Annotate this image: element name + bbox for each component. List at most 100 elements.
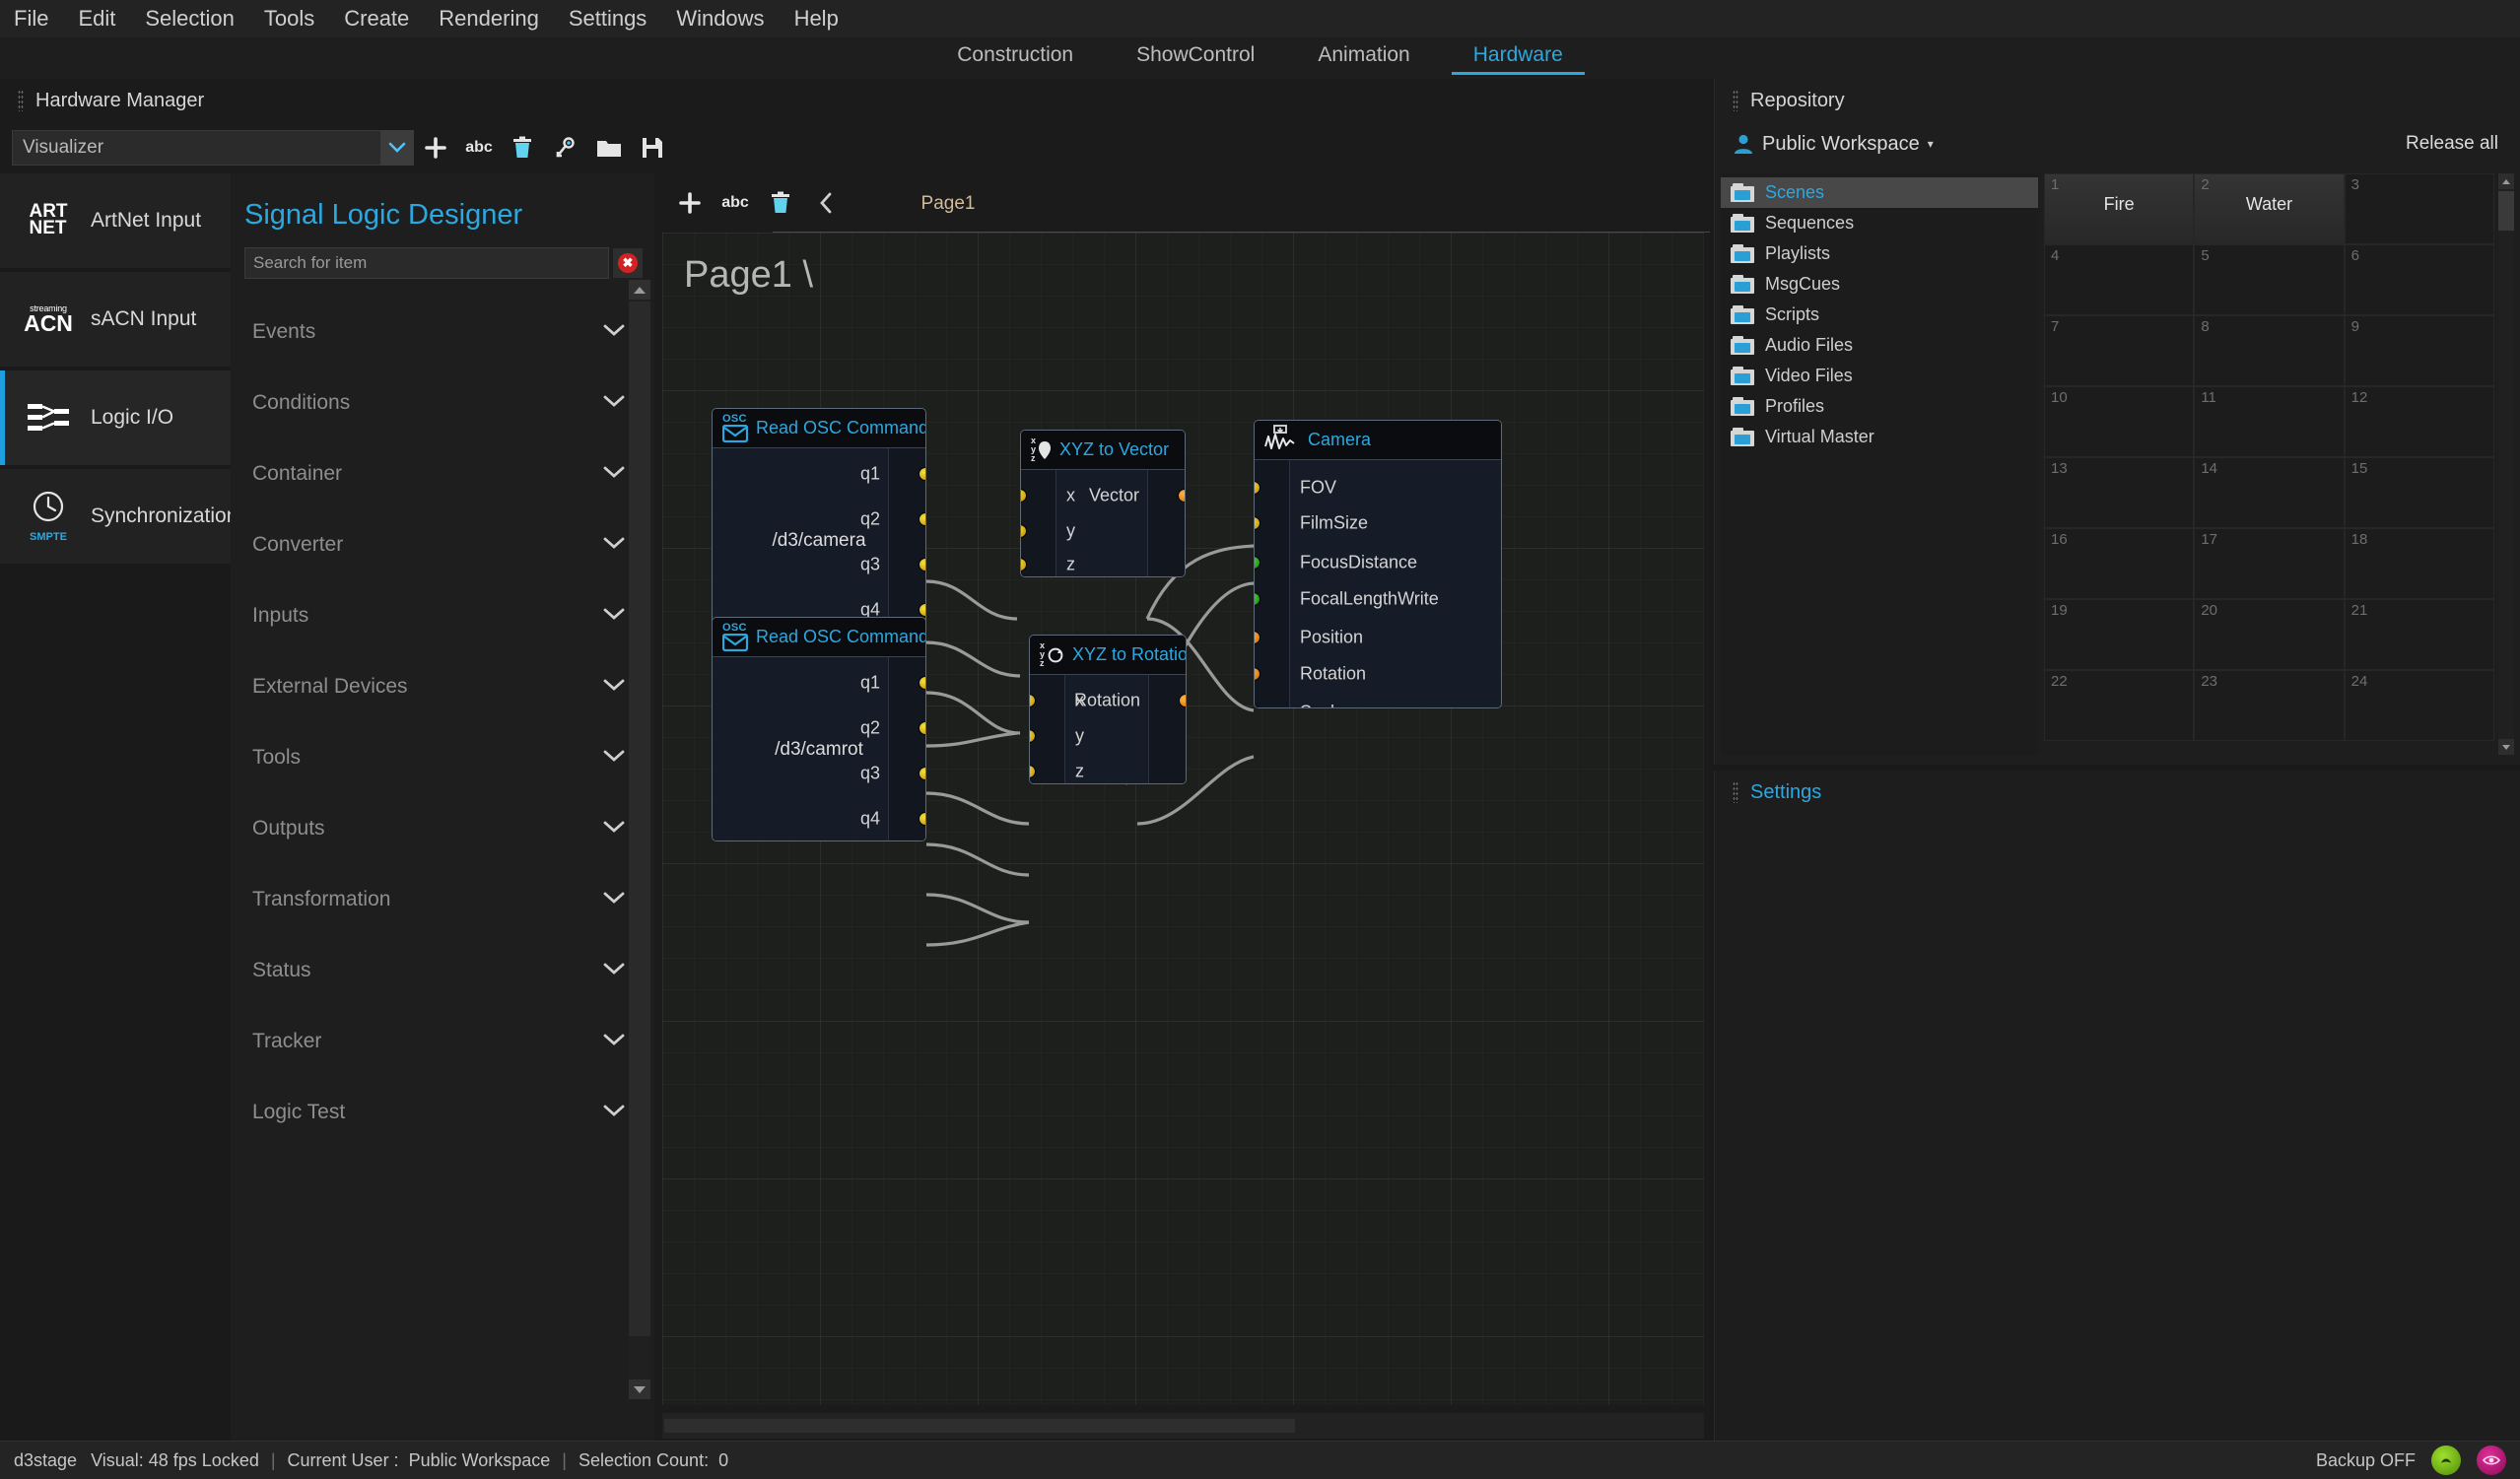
menu-item-help[interactable]: Help [794, 6, 839, 32]
folder-item-video-files[interactable]: Video Files [1721, 361, 2038, 391]
output-port-q4[interactable] [919, 603, 926, 617]
category-converter[interactable]: Converter [231, 509, 654, 580]
repo-cell[interactable]: 5 [2194, 244, 2344, 315]
category-logic-test[interactable]: Logic Test [231, 1077, 654, 1148]
menu-item-create[interactable]: Create [344, 6, 409, 32]
output-port-rotation[interactable] [1179, 694, 1187, 707]
folder-item-profiles[interactable]: Profiles [1721, 391, 2038, 422]
repo-cell[interactable]: 12 [2345, 386, 2494, 457]
tab-animation[interactable]: Animation [1286, 37, 1441, 77]
clear-search-button[interactable]: ✖ [613, 248, 643, 278]
tab-showcontrol[interactable]: ShowControl [1105, 37, 1286, 77]
repo-cell[interactable]: 10 [2044, 386, 2194, 457]
output-port-q3[interactable] [919, 558, 926, 571]
folder-icon[interactable] [587, 128, 631, 168]
repo-cell[interactable]: 22 [2044, 670, 2194, 741]
category-status[interactable]: Status [231, 935, 654, 1006]
scrollbar-thumb[interactable] [629, 302, 650, 1336]
output-port-q2[interactable] [919, 512, 926, 526]
backup-status-icon[interactable] [2431, 1445, 2461, 1475]
scroll-down-icon[interactable] [2498, 739, 2514, 755]
repo-cell[interactable]: 2Water [2194, 173, 2344, 244]
menu-item-rendering[interactable]: Rendering [439, 6, 539, 32]
page-tab-page1[interactable]: Page1 [859, 181, 1037, 227]
menu-item-selection[interactable]: Selection [145, 6, 235, 32]
category-outputs[interactable]: Outputs [231, 793, 654, 864]
repo-cell[interactable]: 4 [2044, 244, 2194, 315]
folder-item-sequences[interactable]: Sequences [1721, 208, 2038, 238]
tab-hardware[interactable]: Hardware [1442, 37, 1595, 77]
folder-item-playlists[interactable]: Playlists [1721, 238, 2038, 269]
category-container[interactable]: Container [231, 438, 654, 509]
node-graph-canvas[interactable]: Page1 \ [662, 233, 1704, 1405]
drag-handle-icon[interactable] [1733, 781, 1738, 803]
category-conditions[interactable]: Conditions [231, 368, 654, 438]
menu-item-tools[interactable]: Tools [264, 6, 314, 32]
menu-item-windows[interactable]: Windows [676, 6, 764, 32]
repo-cell[interactable]: 21 [2345, 599, 2494, 670]
menu-item-file[interactable]: File [14, 6, 48, 32]
node-read-osc-command-camera[interactable]: OSC Read OSC Command /d3/camera q1 q2 [712, 408, 926, 633]
save-icon[interactable] [631, 128, 674, 168]
drag-handle-icon[interactable] [1733, 90, 1738, 111]
output-port-q1[interactable] [919, 676, 926, 690]
drag-handle-icon[interactable] [18, 90, 24, 111]
folder-item-scenes[interactable]: Scenes [1721, 177, 2038, 208]
delete-node-trash-icon[interactable] [759, 183, 802, 223]
sidebar-item-artnet-input[interactable]: ART NET ArtNet Input [0, 173, 231, 268]
category-tools[interactable]: Tools [231, 722, 654, 793]
repo-cell[interactable]: 19 [2044, 599, 2194, 670]
category-events[interactable]: Events [231, 297, 654, 368]
output-port-q3[interactable] [919, 767, 926, 780]
repo-cell[interactable]: 13 [2044, 457, 2194, 528]
category-inputs[interactable]: Inputs [231, 580, 654, 651]
output-port-vector[interactable] [1178, 489, 1186, 503]
sidebar-item-logic-io[interactable]: Logic I/O [0, 370, 231, 465]
node-xyz-to-vector[interactable]: xyz XYZ to Vector x y z V [1020, 430, 1186, 577]
add-icon[interactable] [414, 128, 457, 168]
sidebar-item-synchronization[interactable]: SMPTE Synchronization [0, 469, 231, 564]
repo-cell[interactable]: 23 [2194, 670, 2344, 741]
repo-cell[interactable]: 1Fire [2044, 173, 2194, 244]
release-all-button[interactable]: Release all [2406, 133, 2498, 155]
sidebar-item-sacn-input[interactable]: streaming ACN sACN Input [0, 272, 231, 367]
scroll-up-icon[interactable] [629, 280, 650, 300]
repo-cell[interactable]: 15 [2345, 457, 2494, 528]
trash-icon[interactable] [501, 128, 544, 168]
menu-item-edit[interactable]: Edit [78, 6, 115, 32]
chevron-down-icon[interactable]: ▾ [1928, 137, 1934, 151]
repo-cell[interactable]: 7 [2044, 315, 2194, 386]
output-port-q2[interactable] [919, 721, 926, 735]
repo-cell[interactable]: 14 [2194, 457, 2344, 528]
node-camera[interactable]: Camera FOV FilmSize FocusDistance FocalL… [1254, 420, 1502, 708]
repo-cell[interactable]: 18 [2345, 528, 2494, 599]
rename-abc-icon[interactable]: abc [714, 183, 757, 223]
chevron-down-icon[interactable] [380, 130, 414, 166]
scroll-up-icon[interactable] [2498, 173, 2514, 189]
repo-cell[interactable]: 9 [2345, 315, 2494, 386]
repo-cell[interactable]: 24 [2345, 670, 2494, 741]
repo-cell[interactable]: 6 [2345, 244, 2494, 315]
repo-cell[interactable]: 3 [2345, 173, 2494, 244]
category-tracker[interactable]: Tracker [231, 1006, 654, 1077]
folder-item-msgcues[interactable]: MsgCues [1721, 269, 2038, 300]
scrollbar-thumb[interactable] [2498, 191, 2514, 231]
folder-item-scripts[interactable]: Scripts [1721, 300, 2038, 330]
folder-item-virtual-master[interactable]: Virtual Master [1721, 422, 2038, 452]
scroll-down-icon[interactable] [629, 1379, 650, 1399]
output-port-q1[interactable] [919, 467, 926, 481]
menu-item-settings[interactable]: Settings [569, 6, 647, 32]
visualizer-select[interactable]: Visualizer [12, 130, 381, 166]
repo-cell[interactable]: 17 [2194, 528, 2344, 599]
folder-item-audio-files[interactable]: Audio Files [1721, 330, 2038, 361]
scrollbar-thumb[interactable] [664, 1419, 1295, 1433]
visibility-eye-icon[interactable] [2477, 1445, 2506, 1475]
tab-construction[interactable]: Construction [925, 37, 1105, 77]
category-external-devices[interactable]: External Devices [231, 651, 654, 722]
link-icon[interactable] [544, 128, 587, 168]
repo-cell[interactable]: 11 [2194, 386, 2344, 457]
workspace-name[interactable]: Public Workspace [1762, 133, 1920, 156]
repository-scrollbar[interactable] [2498, 173, 2514, 755]
back-chevron-icon[interactable] [804, 183, 848, 223]
search-input[interactable]: Search for item [244, 247, 609, 279]
